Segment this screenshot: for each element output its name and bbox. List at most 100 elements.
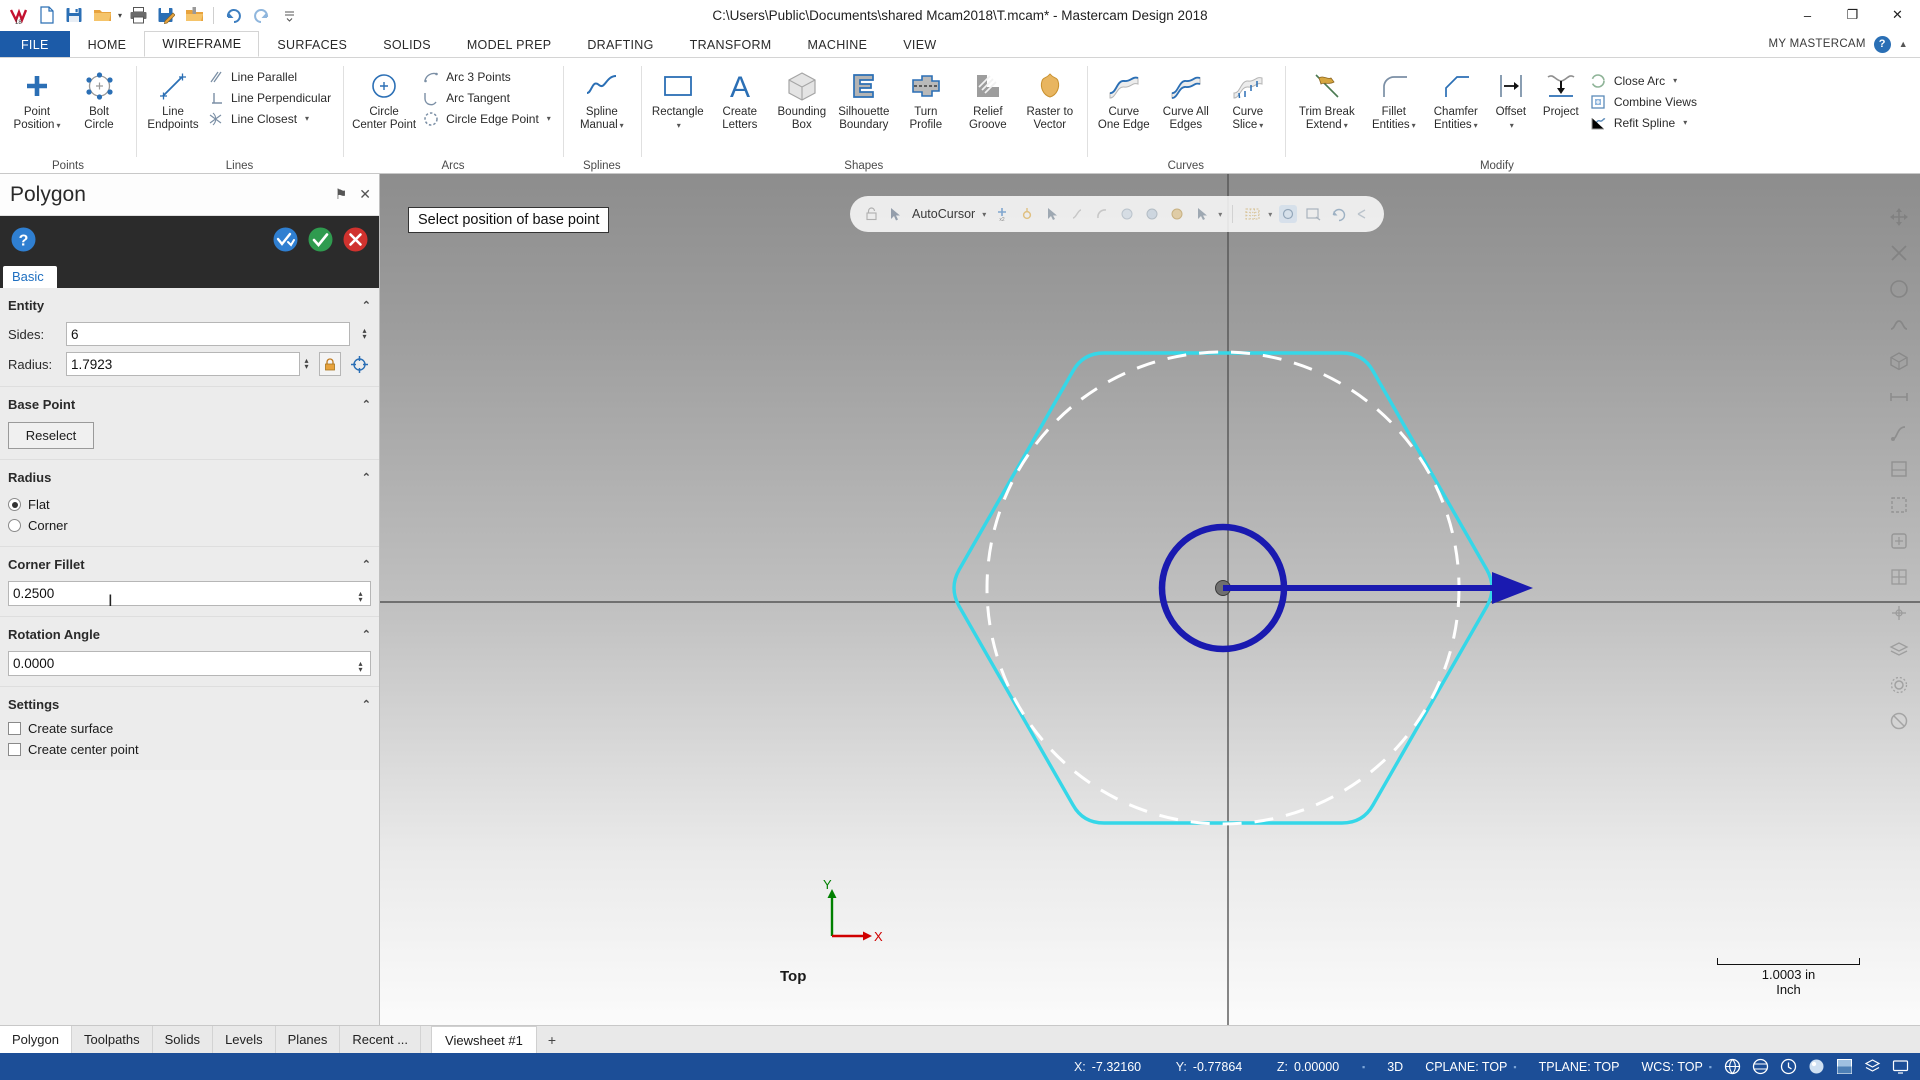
- status-mode[interactable]: 3D: [1376, 1060, 1414, 1074]
- front-view-icon[interactable]: [1884, 382, 1914, 412]
- line-closest-caret[interactable]: ▾: [305, 114, 309, 123]
- blank-entity-icon[interactable]: [1884, 706, 1914, 736]
- corner-fillet-stepper[interactable]: ▴ ▾: [354, 590, 367, 604]
- bottom-tab-solids[interactable]: Solids: [153, 1026, 214, 1053]
- cursor-mode-caret[interactable]: ▾: [1218, 210, 1222, 219]
- lock-icon[interactable]: [862, 205, 880, 223]
- dynamic-gnomon-icon[interactable]: [1279, 205, 1298, 223]
- ribbon-tab-model-prep[interactable]: MODEL PREP: [449, 31, 570, 57]
- radio-flat-icon[interactable]: [8, 498, 21, 511]
- arc-3-points-button[interactable]: Arc 3 Points: [419, 66, 557, 87]
- raster-to-vector-button[interactable]: Raster to Vector: [1019, 64, 1081, 135]
- status-tplane[interactable]: TPLANE: TOP: [1528, 1060, 1631, 1074]
- turn-profile-button[interactable]: Turn Profile: [895, 64, 957, 135]
- point-snap-icon[interactable]: [1018, 205, 1036, 223]
- endpoint-snap-icon[interactable]: [1068, 205, 1086, 223]
- layers-icon[interactable]: [1863, 1057, 1882, 1076]
- help-button[interactable]: ?: [10, 226, 37, 253]
- cad-drawing[interactable]: [380, 174, 1920, 1025]
- collapse-ribbon-icon[interactable]: ▲: [1899, 39, 1908, 49]
- chevron-up-icon-rotation-angle[interactable]: ⌃: [362, 628, 371, 641]
- checkbox-create-center-point[interactable]: Create center point: [8, 739, 371, 760]
- gradient-icon[interactable]: [1835, 1057, 1854, 1076]
- trim-break-extend-button[interactable]: Trim Break Extend ▾: [1291, 64, 1363, 135]
- cancel-button[interactable]: [342, 226, 369, 253]
- chevron-up-icon-entity[interactable]: ⌃: [362, 299, 371, 312]
- close-arc-caret[interactable]: ▾: [1673, 76, 1677, 85]
- shaded-view-icon[interactable]: [1884, 454, 1914, 484]
- close-icon[interactable]: ✕: [359, 186, 371, 203]
- corner-fillet-input[interactable]: 0.2500: [8, 581, 371, 606]
- fit-icon[interactable]: [1884, 202, 1914, 232]
- reselect-button[interactable]: Reselect: [8, 422, 94, 449]
- undo-icon[interactable]: [220, 3, 246, 28]
- combine-views-button[interactable]: Combine Views: [1587, 91, 1703, 112]
- ribbon-tab-machine[interactable]: MACHINE: [790, 31, 886, 57]
- radius-input[interactable]: 1.7923: [66, 352, 300, 376]
- ribbon-tab-drafting[interactable]: DRAFTING: [569, 31, 671, 57]
- my-mastercam-area[interactable]: MY MASTERCAM ? ▲: [1768, 31, 1920, 57]
- ribbon-tab-file[interactable]: FILE: [0, 31, 70, 57]
- panel-tab-strip[interactable]: Basic: [0, 262, 379, 288]
- fillet-entities-button[interactable]: Fillet Entities ▾: [1363, 64, 1425, 135]
- radio-corner-icon[interactable]: [8, 519, 21, 532]
- zoom-target-icon[interactable]: [1884, 274, 1914, 304]
- line-closest-button[interactable]: Line Closest ▾: [204, 108, 337, 129]
- close-arc-button[interactable]: Close Arc ▾: [1587, 70, 1703, 91]
- grid-caret[interactable]: ▾: [1268, 210, 1272, 219]
- status-cplane[interactable]: CPLANE: TOP ▪: [1414, 1060, 1527, 1074]
- ribbon-tab-transform[interactable]: TRANSFORM: [672, 31, 790, 57]
- midpoint-snap-icon[interactable]: x2: [993, 205, 1011, 223]
- status-wcs-label[interactable]: WCS: TOP: [1641, 1060, 1702, 1074]
- isometric-view-icon[interactable]: [1884, 346, 1914, 376]
- autocursor-toolbar[interactable]: AutoCursor ▾ x2 ▾ ▾: [850, 196, 1385, 232]
- redo-icon[interactable]: [248, 3, 274, 28]
- circle-center-point-button[interactable]: Circle Center Point: [349, 64, 419, 135]
- radio-corner[interactable]: Corner: [8, 515, 371, 536]
- radio-flat[interactable]: Flat: [8, 494, 371, 515]
- undo-view-icon[interactable]: [1354, 205, 1372, 223]
- radius-stepper[interactable]: ▴ ▾: [300, 357, 313, 371]
- pan-icon[interactable]: [1884, 526, 1914, 556]
- zoom-window-icon[interactable]: [1884, 238, 1914, 268]
- rotation-angle-stepper[interactable]: ▴ ▾: [354, 660, 367, 674]
- project-button[interactable]: Project: [1535, 64, 1587, 122]
- save-icon[interactable]: [61, 3, 87, 28]
- snap-toggle-icon[interactable]: [1884, 598, 1914, 628]
- restore-button[interactable]: ❐: [1830, 0, 1875, 31]
- quadrant-snap-icon[interactable]: [1118, 205, 1136, 223]
- import-folder-icon[interactable]: [181, 3, 207, 28]
- rotate-view-icon[interactable]: [1329, 205, 1347, 223]
- rectangle-button[interactable]: Rectangle ▾: [647, 64, 709, 135]
- autocursor-caret[interactable]: ▾: [982, 210, 986, 219]
- chamfer-entities-button[interactable]: Chamfer Entities ▾: [1425, 64, 1487, 135]
- open-folder-icon[interactable]: [89, 3, 115, 28]
- circle-edge-point-caret[interactable]: ▾: [547, 114, 551, 123]
- ribbon-tab-wireframe[interactable]: WIREFRAME: [144, 31, 260, 57]
- lock-icon[interactable]: [319, 352, 341, 376]
- checkbox-create-surface[interactable]: Create surface: [8, 718, 371, 739]
- bottom-tab-toolpaths[interactable]: Toolpaths: [72, 1026, 153, 1053]
- chevron-up-icon-corner-fillet[interactable]: ⌃: [362, 558, 371, 571]
- select-arrow-icon[interactable]: [1043, 205, 1061, 223]
- bottom-tab-recent[interactable]: Recent ...: [340, 1026, 422, 1053]
- globe-icon[interactable]: [1723, 1057, 1742, 1076]
- arc-tangent-button[interactable]: Arc Tangent: [419, 87, 557, 108]
- autocursor-label[interactable]: AutoCursor: [912, 207, 975, 221]
- bolt-circle-button[interactable]: Bolt Circle: [68, 64, 130, 135]
- tab-basic[interactable]: Basic: [3, 266, 57, 288]
- help-icon[interactable]: ?: [1873, 35, 1891, 53]
- arc-snap-icon[interactable]: [1093, 205, 1111, 223]
- close-button[interactable]: ✕: [1875, 0, 1920, 31]
- mastercam-logo-icon[interactable]: 18: [5, 3, 31, 28]
- grid-icon[interactable]: [1243, 205, 1261, 223]
- graphics-viewport[interactable]: Select position of base point AutoCursor…: [380, 174, 1920, 1025]
- point-position-button[interactable]: Point Position ▾: [6, 64, 68, 135]
- offset-button[interactable]: Offset ▾: [1487, 64, 1535, 135]
- checkbox-create-center-point-icon[interactable]: [8, 743, 21, 756]
- open-dropdown-caret[interactable]: ▾: [118, 11, 122, 20]
- monitor-icon[interactable]: [1891, 1057, 1910, 1076]
- chevron-up-icon-settings[interactable]: ⌃: [362, 698, 371, 711]
- autocursor-icon[interactable]: [887, 205, 905, 223]
- bottom-tab-planes[interactable]: Planes: [276, 1026, 341, 1053]
